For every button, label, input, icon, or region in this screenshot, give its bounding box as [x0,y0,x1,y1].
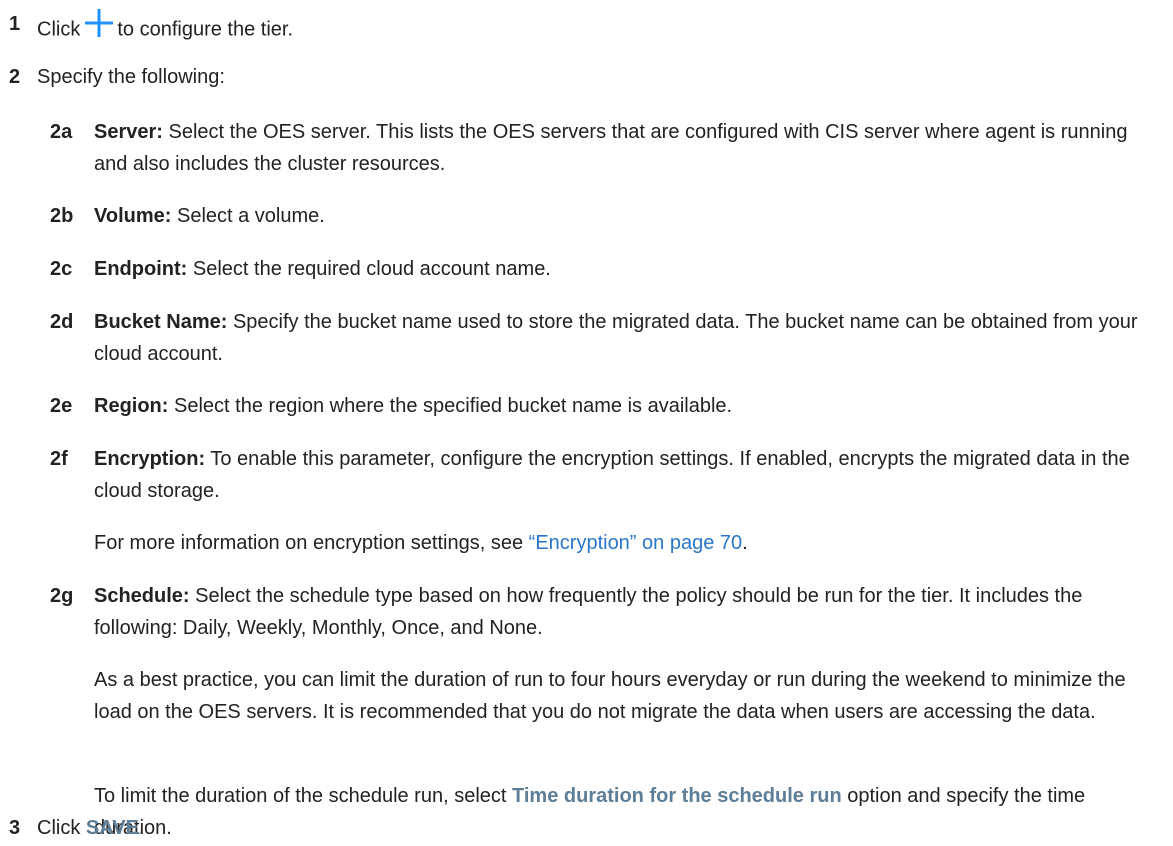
substep-volume: 2b Volume: Select a volume. [50,200,1166,232]
step-text: Specify the following: [37,66,225,88]
substep-endpoint: 2c Endpoint: Select the required cloud a… [50,253,1166,285]
step-number: 3 [9,817,21,839]
duration-paragraph: To limit the duration of the schedule ru… [94,785,1086,839]
step-number: 1 [9,13,21,35]
substep-schedule: 2g Schedule: Select the schedule type ba… [50,580,1166,644]
encryption-more-info: For more information on encryption setti… [94,532,748,554]
step-1: 1 Click to configure the tier. [9,8,293,52]
plus-icon [84,8,114,48]
substep-number: 2d [50,311,74,333]
substep-number: 2b [50,205,74,227]
substep-number: 2c [50,258,73,280]
step-text: Click SAVE. [37,817,145,839]
save-label: SAVE [85,817,139,839]
substep-number: 2f [50,448,68,470]
encryption-link[interactable]: “Encryption” on page 70 [529,532,742,554]
substep-server: 2a Server: Select the OES server. This l… [50,116,1166,180]
substep-text: Bucket Name: Specify the bucket name use… [94,311,1138,365]
substep-text: Volume: Select a volume. [94,205,325,227]
best-practice-paragraph: As a best practice, you can limit the du… [94,669,1126,723]
substep-text: Region: Select the region where the spec… [94,395,733,417]
substep-text: Schedule: Select the schedule type based… [94,585,1083,639]
substep-number: 2a [50,121,73,143]
step-text: Click to configure the tier. [37,8,293,52]
substep-encryption: 2f Encryption: To enable this parameter,… [50,443,1166,507]
substep-text: Encryption: To enable this parameter, co… [94,448,1130,502]
substep-text: Server: Select the OES server. This list… [94,121,1128,175]
substep-region: 2e Region: Select the region where the s… [50,390,1166,422]
step-2: 2 Specify the following: [9,61,225,93]
step-3: 3 Click SAVE. [9,812,144,844]
time-duration-option-label: Time duration for the schedule run [512,785,842,807]
substep-number: 2g [50,585,74,607]
substep-number: 2e [50,395,73,417]
step-number: 2 [9,66,21,88]
substep-text: Endpoint: Select the required cloud acco… [94,258,551,280]
substep-bucket-name: 2d Bucket Name: Specify the bucket name … [50,306,1166,370]
